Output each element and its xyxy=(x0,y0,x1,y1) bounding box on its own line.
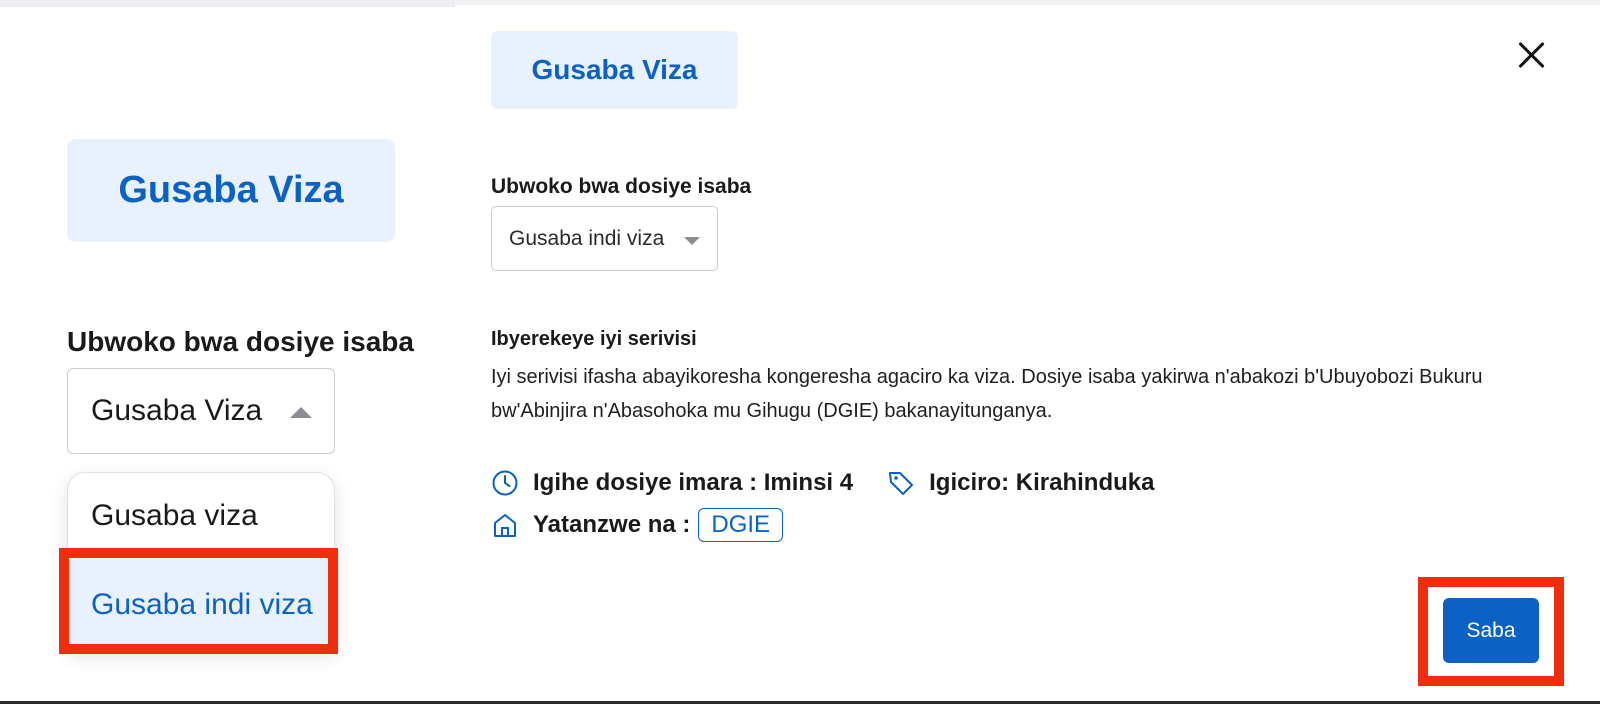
zoom-field-label: Ubwoko bwa dosiye isaba xyxy=(67,326,414,357)
zoom-request-type-select[interactable]: Gusaba Viza xyxy=(67,368,335,454)
top-divider-right xyxy=(455,0,1600,5)
about-text: Iyi serivisi ifasha abayikoresha kongere… xyxy=(491,366,1483,422)
close-icon[interactable] xyxy=(1512,36,1550,74)
price: Igiciro: Kirahinduka xyxy=(929,469,1155,496)
zoom-select-value: Gusaba Viza xyxy=(91,394,263,427)
clock-icon xyxy=(492,470,518,496)
zoom-service-badge: Gusaba Viza xyxy=(67,139,395,242)
about-title: Ibyerekeye iyi serivisi xyxy=(491,328,697,350)
provided-by-label: Yatanzwe na : xyxy=(533,511,691,538)
chevron-up-icon xyxy=(290,407,312,418)
page: Gusaba Viza Ubwoko bwa dosiye isaba Gusa… xyxy=(0,0,1600,704)
service-tag: Gusaba Viza xyxy=(491,31,738,109)
select-value: Gusaba indi viza xyxy=(509,226,665,250)
chevron-down-icon xyxy=(684,237,700,245)
request-type-label: Ubwoko bwa dosiye isaba xyxy=(491,175,752,198)
highlight-box-option xyxy=(59,548,338,654)
highlight-box-submit xyxy=(1418,577,1564,686)
building-icon xyxy=(494,514,516,537)
processing-time: Igihe dosiye imara : Iminsi 4 xyxy=(533,469,854,496)
provider-badge[interactable]: DGIE xyxy=(698,508,784,542)
meta-row-time-price: Igihe dosiye imara : Iminsi 4 Igiciro: K… xyxy=(491,469,1154,497)
top-divider xyxy=(0,0,455,7)
dropdown-option-gusaba-viza[interactable]: Gusaba viza xyxy=(68,473,334,559)
price-tag-icon xyxy=(889,472,914,495)
request-type-select[interactable]: Gusaba indi viza xyxy=(491,206,718,271)
meta-row-provider: Yatanzwe na : DGIE xyxy=(491,508,784,542)
